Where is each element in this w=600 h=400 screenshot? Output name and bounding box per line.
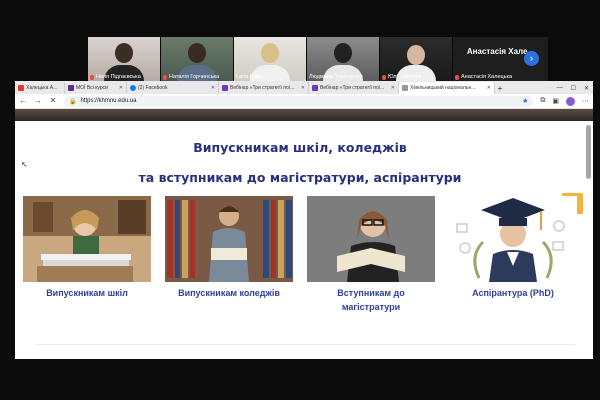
close-icon[interactable]: ✕ (301, 85, 305, 91)
mic-off-icon (163, 74, 167, 80)
collections-icon[interactable]: ▣ (552, 97, 559, 105)
mic-off-icon (382, 74, 386, 80)
tab[interactable]: Вебінар «Три стратегії пої... ✕ (309, 82, 399, 94)
mic-off-icon (90, 74, 94, 80)
url-text: https://khmnu.edu.ua (80, 98, 137, 104)
masters-applicant-image (307, 196, 435, 282)
participant-name: Lana Hulko (236, 74, 264, 80)
maximize-icon[interactable]: ☐ (571, 85, 576, 92)
participant-name: Анастасія Халецька (455, 74, 512, 80)
stop-icon[interactable]: ✕ (49, 97, 57, 105)
forward-icon[interactable]: → (34, 97, 42, 105)
participant-name: Людмила Терещенко (309, 74, 363, 80)
lock-icon: 🔒 (69, 98, 77, 105)
card-label[interactable]: Випускникам коледжів (165, 286, 293, 300)
card-school-graduates[interactable]: Випускникам шкіл (23, 196, 151, 300)
back-icon[interactable]: ← (19, 97, 27, 105)
minimize-icon[interactable]: — (557, 85, 563, 91)
close-icon[interactable]: ✕ (211, 85, 215, 91)
college-graduate-image (165, 196, 293, 282)
window-controls: — ☐ ✕ (557, 82, 593, 94)
tab[interactable]: (2) Facebook ✕ (127, 82, 219, 94)
screen: Неля Підгаєвська Наталія Горчинська Lana… (0, 0, 600, 400)
address-bar: ← → ✕ 🔒 https://khmnu.edu.ua ★ ⧉ ▣ ⋯ (15, 94, 593, 109)
hero-banner-edge (15, 109, 593, 121)
participant-tile-active[interactable]: Наталія Горчинська (161, 37, 233, 81)
mic-off-icon (455, 74, 459, 80)
youtube-icon (18, 85, 24, 91)
loading-icon (402, 85, 408, 91)
audience-cards: Випускникам шкіл Випускникам коледжів Вс… (23, 196, 583, 316)
tab[interactable]: Вебінар «Три стратегії пої... ✕ (219, 82, 309, 94)
participant-tile[interactable]: Неля Підгаєвська (88, 37, 160, 81)
participant-tile[interactable]: Людмила Терещенко (307, 37, 379, 81)
browser-window: Халецька А... МОЇ Всі курси ✕ (2) Facebo… (15, 81, 593, 359)
avatar[interactable] (566, 96, 575, 106)
tab-bar: Халецька А... МОЇ Всі курси ✕ (2) Facebo… (15, 81, 593, 94)
menu-icon[interactable]: ⋯ (582, 97, 589, 105)
participant-name: Юлія Кирпюк (382, 74, 421, 80)
participant-tile[interactable]: Lana Hulko (234, 37, 306, 81)
divider (35, 344, 575, 345)
webinar-icon (222, 85, 228, 91)
tab-active[interactable]: Хмельницький національн... ✕ (399, 82, 495, 94)
section-heading-line2: та вступникам до магістратури, аспіранту… (138, 170, 462, 185)
school-graduate-image (23, 196, 151, 282)
scrollbar[interactable] (586, 125, 591, 179)
moodle-icon (68, 85, 74, 91)
participant-name: Наталія Горчинська (163, 74, 219, 80)
url-field[interactable]: 🔒 https://khmnu.edu.ua ★ (64, 95, 534, 107)
close-icon[interactable]: ✕ (391, 85, 395, 91)
new-tab-button[interactable]: + (495, 84, 505, 94)
star-icon[interactable]: ★ (522, 97, 528, 105)
close-icon[interactable]: ✕ (119, 85, 123, 91)
webinar-icon (312, 85, 318, 91)
card-label[interactable]: Випускникам шкіл (23, 286, 151, 300)
card-college-graduates[interactable]: Випускникам коледжів (165, 196, 293, 300)
participant-name: Неля Підгаєвська (90, 74, 141, 80)
card-masters-applicants[interactable]: Вступникам до магістратури (307, 196, 435, 314)
chevron-right-icon[interactable]: › (524, 51, 539, 66)
close-icon[interactable]: ✕ (487, 85, 491, 91)
phd-image (449, 196, 577, 282)
tab[interactable]: МОЇ Всі курси ✕ (65, 82, 127, 94)
participant-strip: Неля Підгаєвська Наталія Горчинська Lana… (88, 37, 548, 81)
card-phd[interactable]: Аспірантура (PhD) (449, 196, 577, 300)
toolbar: ⧉ ▣ ⋯ (540, 96, 589, 106)
extensions-icon[interactable]: ⧉ (540, 97, 545, 105)
close-window-icon[interactable]: ✕ (584, 85, 589, 92)
section-heading-line1: Випускникам шкіл, коледжів (193, 140, 407, 155)
facebook-icon (130, 85, 136, 91)
card-label[interactable]: Вступникам до магістратури (307, 286, 435, 314)
tab[interactable]: Халецька А... (15, 82, 65, 94)
card-label[interactable]: Аспірантура (PhD) (449, 286, 577, 300)
participant-tile[interactable]: Юлія Кирпюк (380, 37, 452, 81)
cursor-icon: ↖ (21, 160, 28, 169)
